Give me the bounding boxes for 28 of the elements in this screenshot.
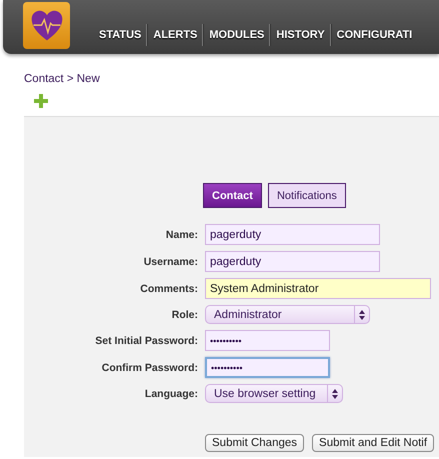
field-label: Role: (170, 308, 198, 320)
submit-button[interactable]: Submit Changes (205, 434, 304, 452)
input-field[interactable]: •••••••••• (205, 330, 330, 351)
tab[interactable]: Notifications (268, 183, 346, 208)
breadcrumb[interactable]: Contact > New (24, 73, 100, 85)
field-label: Username: (142, 256, 198, 268)
updown-icon (359, 310, 365, 320)
nav-link[interactable]: HISTORY (271, 29, 330, 41)
input-field[interactable]: pagerduty (205, 251, 380, 272)
plus-icon[interactable] (34, 94, 48, 108)
field-label: Comments: (139, 282, 198, 294)
field-label: Set Initial Password: (94, 334, 198, 346)
field-label: Name: (164, 228, 198, 240)
dropdown[interactable]: Administrator (205, 305, 370, 324)
tab[interactable]: Contact (203, 183, 262, 208)
field-label: Language: (144, 388, 198, 400)
nav-link[interactable]: ALERTS (148, 29, 202, 41)
field-label: Confirm Password: (100, 362, 198, 374)
nav-link[interactable]: MODULES (204, 29, 270, 41)
input-field[interactable]: •••••••••• (205, 357, 330, 378)
nav-link[interactable]: CONFIGURATI (332, 29, 418, 41)
submit-button[interactable]: Submit and Edit Notif (312, 434, 434, 452)
updown-icon (332, 388, 338, 398)
app-logo[interactable] (23, 2, 70, 49)
input-field[interactable]: pagerduty (205, 224, 380, 245)
dropdown[interactable]: Use browser setting (205, 384, 343, 403)
nav-link[interactable]: STATUS (94, 29, 146, 41)
input-field[interactable]: System Administrator (205, 278, 431, 299)
